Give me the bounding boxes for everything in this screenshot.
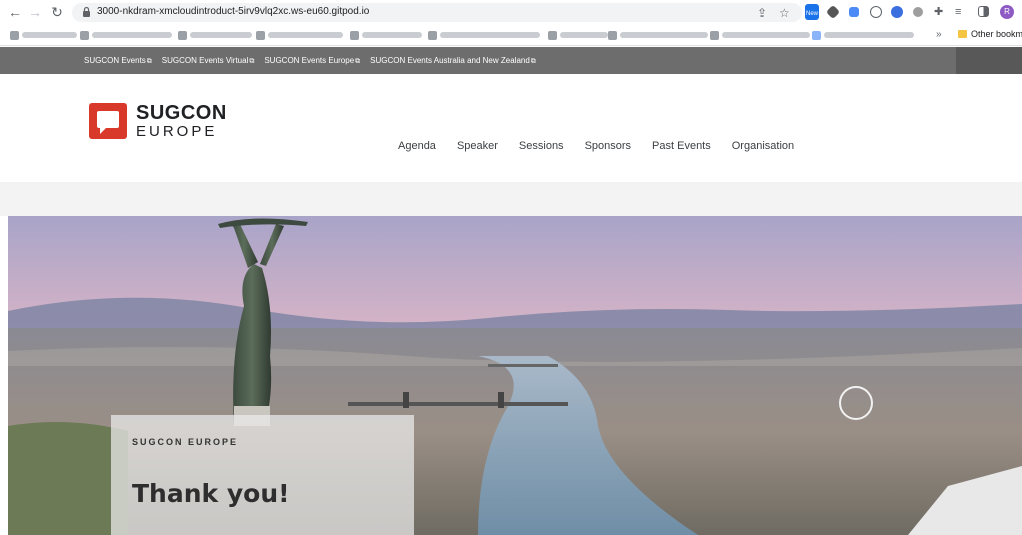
topnav-link-virtual[interactable]: SUGCON Events Virtual⧉ <box>162 56 255 66</box>
profile-avatar[interactable]: R <box>1000 5 1014 19</box>
bookmark-favicon-icon <box>178 30 187 40</box>
logo-line2: EUROPE <box>136 123 218 140</box>
extension-icon-grey[interactable] <box>913 7 923 17</box>
nav-speaker[interactable]: Speaker <box>457 140 498 152</box>
bookmark-favicon-icon <box>80 30 89 40</box>
sugcon-events-bar: SUGCON Events⧉ SUGCON Events Virtual⧉ SU… <box>0 47 1022 74</box>
bookmark-favicon-icon <box>428 30 437 40</box>
bookmark-item[interactable] <box>10 30 77 40</box>
topnav-link-events[interactable]: SUGCON Events⧉ <box>84 56 152 66</box>
nav-sponsors[interactable]: Sponsors <box>585 140 631 152</box>
new-extension-icon[interactable]: New <box>805 4 819 20</box>
external-link-icon: ⧉ <box>355 57 361 65</box>
share-icon[interactable]: ⇪ <box>757 6 767 20</box>
folder-icon <box>958 30 967 38</box>
external-link-icon: ⧉ <box>530 57 536 65</box>
bookmark-favicon-icon <box>608 30 617 40</box>
bookmark-item[interactable] <box>548 30 608 40</box>
nav-organisation[interactable]: Organisation <box>732 140 794 152</box>
nav-agenda[interactable]: Agenda <box>398 140 436 152</box>
sugcon-europe-logo[interactable]: SUGCON EUROPE <box>89 103 227 139</box>
tool-extension-icon[interactable] <box>825 4 841 20</box>
hero-title: Thank you! <box>132 479 290 508</box>
bookmark-item[interactable] <box>350 30 422 40</box>
star-icon[interactable]: ☆ <box>779 6 790 20</box>
url-text: 3000-nkdram-xmcloudintroduct-5irv9vlq2xc… <box>97 6 370 17</box>
main-nav: Agenda Speaker Sessions Sponsors Past Ev… <box>398 140 794 152</box>
extensions-icon[interactable]: ✚ <box>934 5 943 19</box>
bookmark-item[interactable] <box>428 30 540 40</box>
back-icon[interactable]: ← <box>6 3 24 21</box>
topnav-link-anz[interactable]: SUGCON Events Australia and New Zealand⧉ <box>370 56 536 66</box>
bookmark-item[interactable] <box>812 30 914 40</box>
topnav-link-europe[interactable]: SUGCON Events Europe⧉ <box>264 56 360 66</box>
bookmarks-bar: » Other bookm <box>0 24 1022 46</box>
hero-eyebrow: SUGCON EUROPE <box>132 437 239 447</box>
bookmark-item[interactable] <box>710 30 810 40</box>
bookmark-favicon-icon <box>548 30 557 40</box>
extension-icon-blue[interactable] <box>849 7 859 17</box>
bookmark-item[interactable] <box>608 30 708 40</box>
external-link-icon: ⧉ <box>146 57 152 65</box>
nav-sessions[interactable]: Sessions <box>519 140 564 152</box>
bookmarks-overflow-button[interactable]: » <box>936 29 942 40</box>
bookmark-favicon-icon <box>256 30 265 40</box>
lock-icon[interactable] <box>82 6 91 18</box>
site-header: SUGCON EUROPE Agenda Speaker Sessions Sp… <box>0 74 1022 182</box>
extension-icon-globe[interactable] <box>891 6 903 18</box>
extension-icon-circle[interactable] <box>870 6 882 18</box>
bookmark-item[interactable] <box>80 30 172 40</box>
nav-past-events[interactable]: Past Events <box>652 140 711 152</box>
section-spacer <box>0 182 1022 216</box>
external-link-icon: ⧉ <box>249 57 255 65</box>
reload-icon[interactable]: ↻ <box>48 3 66 21</box>
forward-icon[interactable]: → <box>26 3 44 21</box>
hero-card: SUGCON EUROPE Thank you! <box>111 415 414 535</box>
bookmark-favicon-icon <box>710 30 719 40</box>
side-panel-icon[interactable] <box>978 6 989 17</box>
bookmark-item[interactable] <box>256 30 343 40</box>
other-bookmarks-folder[interactable]: Other bookm <box>958 29 1022 39</box>
browser-toolbar: ← → ↻ 3000-nkdram-xmcloudintroduct-5irv9… <box>0 0 1022 24</box>
bookmark-item[interactable] <box>178 30 252 40</box>
address-bar[interactable]: 3000-nkdram-xmcloudintroduct-5irv9vlq2xc… <box>72 3 802 22</box>
reading-list-icon[interactable]: ≡ <box>955 5 961 19</box>
speech-bubble-logo-icon <box>89 103 127 139</box>
bookmark-favicon-icon <box>812 30 821 40</box>
bookmark-favicon-icon <box>10 30 19 40</box>
logo-line1: SUGCON <box>136 102 227 124</box>
bookmark-favicon-icon <box>350 30 359 40</box>
hero-banner: SUGCON EUROPE Thank you! <box>8 216 1022 535</box>
